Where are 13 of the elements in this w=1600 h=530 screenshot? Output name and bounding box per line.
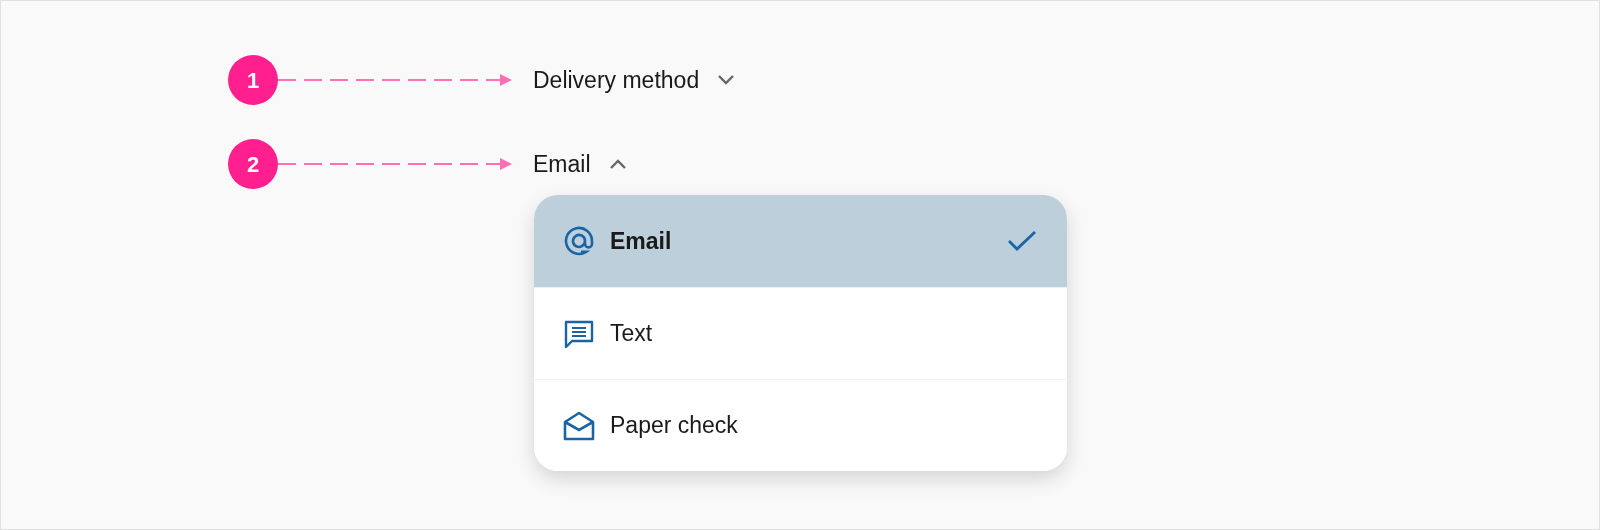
chevron-up-icon — [608, 158, 627, 170]
open-envelope-icon — [563, 410, 595, 441]
field-label: Delivery method — [533, 65, 700, 95]
field-label: Email — [533, 149, 591, 179]
step-number-badge: 2 — [228, 139, 278, 189]
chat-bubble-icon — [564, 318, 594, 349]
at-sign-icon — [563, 225, 595, 257]
menu-item[interactable]: Paper check — [534, 379, 1067, 471]
step-number-badge: 1 — [228, 55, 278, 105]
chevron-down-icon — [717, 74, 736, 86]
menu-item[interactable]: Text — [534, 287, 1067, 379]
checkmark-icon — [1007, 229, 1037, 253]
menu-item[interactable]: Email — [534, 195, 1067, 287]
